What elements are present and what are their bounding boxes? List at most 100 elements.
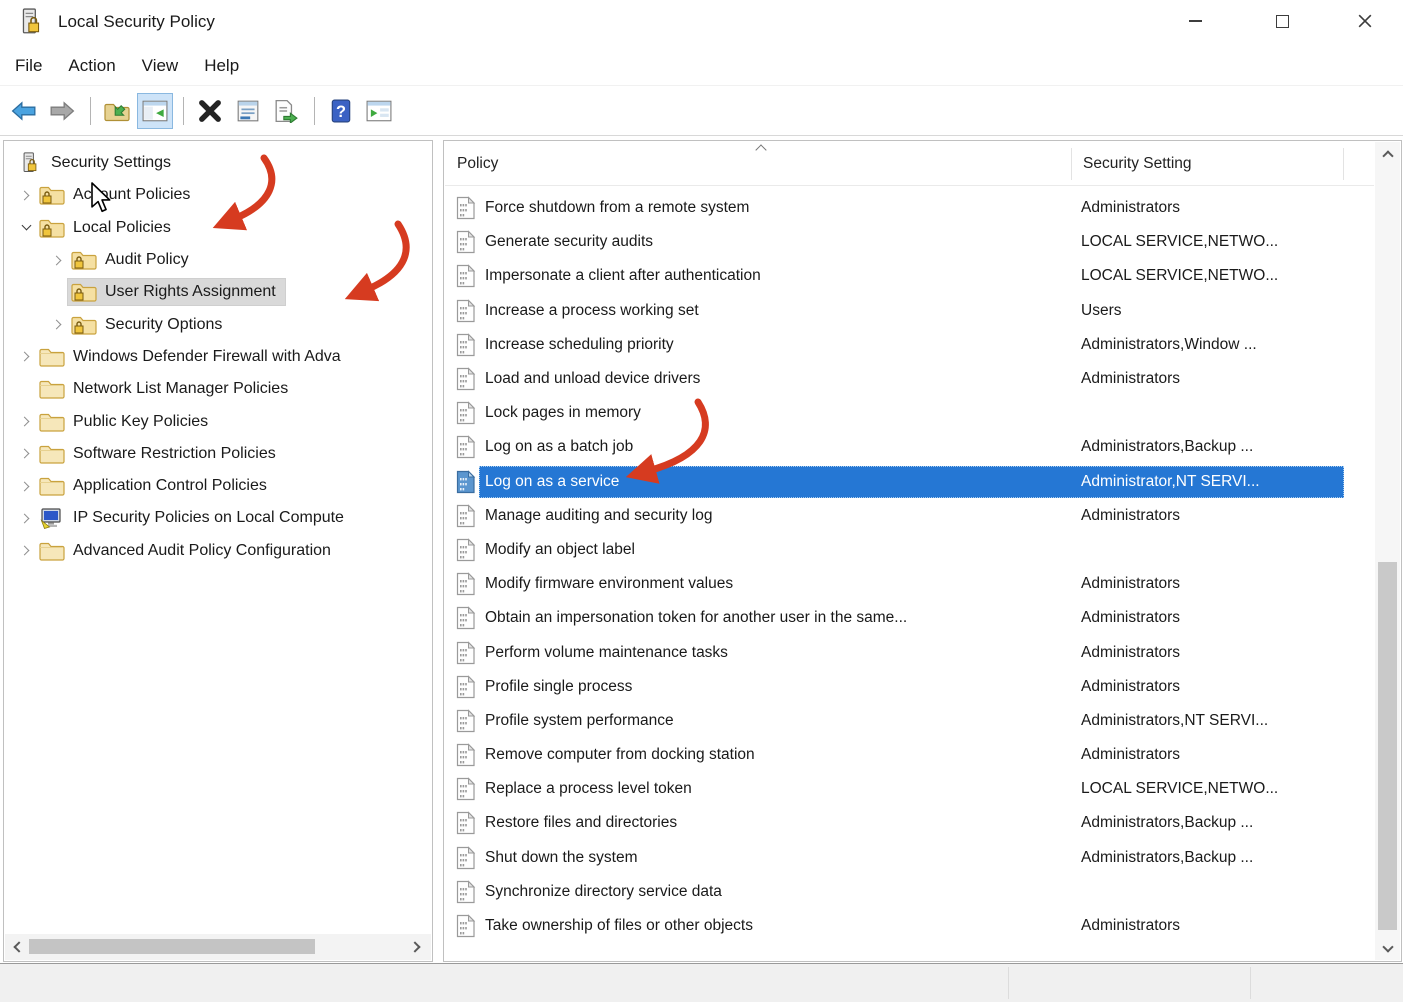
- scroll-left-button[interactable]: [5, 935, 30, 959]
- policy-icon: [456, 299, 476, 323]
- policy-row[interactable]: Replace a process level token LOCAL SERVI…: [445, 772, 1374, 806]
- new-window-button[interactable]: [361, 93, 397, 129]
- help-button[interactable]: ?: [323, 93, 359, 129]
- expand-collapsed-icon[interactable]: [16, 444, 36, 464]
- policy-icon: [456, 743, 476, 767]
- properties-button[interactable]: [230, 93, 266, 129]
- menu-action[interactable]: Action: [55, 51, 128, 81]
- column-header-security-setting[interactable]: Security Setting: [1083, 155, 1192, 173]
- folder-lock-icon: [39, 184, 65, 206]
- scroll-down-button[interactable]: [1375, 936, 1400, 960]
- scroll-right-button[interactable]: [404, 935, 429, 959]
- chevron-down-icon: [1381, 941, 1394, 953]
- policy-icon: [456, 641, 476, 665]
- list-header: Policy Security Setting: [445, 142, 1374, 186]
- folder-icon: [39, 443, 65, 465]
- tree-item-security-options[interactable]: Security Options: [6, 308, 430, 340]
- tree-item-local-policies[interactable]: Local Policies: [6, 212, 430, 244]
- policy-row[interactable]: Generate security audits LOCAL SERVICE,NE…: [445, 225, 1374, 259]
- scroll-up-button[interactable]: [1375, 142, 1400, 166]
- expand-collapsed-icon[interactable]: [48, 315, 68, 335]
- tree-item-ip-security-policies[interactable]: IP Security Policies on Local Compute: [6, 502, 430, 534]
- tree-item-application-control-policies[interactable]: Application Control Policies: [6, 470, 430, 502]
- delete-icon: [199, 99, 221, 122]
- column-header-policy[interactable]: Policy: [457, 155, 498, 173]
- policy-row[interactable]: Profile single process Administrators: [445, 670, 1374, 704]
- policy-row[interactable]: Synchronize directory service data: [445, 875, 1374, 909]
- policy-row[interactable]: Increase a process working set Users: [445, 294, 1374, 328]
- policy-icon: [456, 367, 476, 391]
- horizontal-scrollbar[interactable]: [5, 934, 431, 960]
- expand-collapsed-icon[interactable]: [16, 185, 36, 205]
- vertical-scrollbar[interactable]: [1375, 142, 1400, 960]
- svg-text:?: ?: [336, 103, 346, 121]
- policy-row[interactable]: Log on as a batch job Administrators,Back…: [445, 430, 1374, 464]
- policy-row[interactable]: Perform volume maintenance tasks Administ…: [445, 635, 1374, 669]
- toolbar: ?: [0, 86, 1403, 136]
- tree-item-network-list-manager-policies[interactable]: Network List Manager Policies: [6, 373, 430, 405]
- folder-lock-icon: [71, 314, 97, 336]
- policy-row[interactable]: Modify an object label: [445, 533, 1374, 567]
- ipsec-icon: [39, 507, 65, 529]
- policy-row-selected[interactable]: Log on as a service Administrator,NT SER…: [445, 465, 1374, 499]
- policy-row[interactable]: Manage auditing and security log Administ…: [445, 499, 1374, 533]
- tree-item-account-policies[interactable]: Account Policies: [6, 179, 430, 211]
- tree-item-audit-policy[interactable]: Audit Policy: [6, 244, 430, 276]
- up-folder-button[interactable]: [99, 93, 135, 129]
- tree-item-user-rights-assignment[interactable]: User Rights Assignment: [6, 276, 430, 308]
- column-divider[interactable]: [1343, 148, 1344, 180]
- folder-icon: [39, 475, 65, 497]
- toolbar-separator: [183, 96, 184, 125]
- expand-collapsed-icon[interactable]: [16, 412, 36, 432]
- expand-collapsed-icon[interactable]: [16, 508, 36, 528]
- expand-collapsed-icon[interactable]: [48, 250, 68, 270]
- policy-row[interactable]: Force shutdown from a remote system Admin…: [445, 191, 1374, 225]
- sort-ascending-icon: [755, 144, 767, 156]
- policy-row[interactable]: Take ownership of files or other objects…: [445, 909, 1374, 943]
- statusbar: [0, 963, 1403, 1002]
- tree-item-public-key-policies[interactable]: Public Key Policies: [6, 405, 430, 437]
- tree-item-advanced-audit-policy-configuration[interactable]: Advanced Audit Policy Configuration: [6, 535, 430, 567]
- minimize-button[interactable]: [1172, 2, 1218, 40]
- folder-icon: [39, 540, 65, 562]
- policy-row[interactable]: Shut down the system Administrators,Backu…: [445, 841, 1374, 875]
- menu-view[interactable]: View: [129, 51, 192, 81]
- policy-row[interactable]: Restore files and directories Administrat…: [445, 806, 1374, 840]
- show-console-tree-button[interactable]: [137, 92, 173, 129]
- expand-expanded-icon[interactable]: [16, 218, 36, 238]
- export-list-button[interactable]: [268, 93, 304, 129]
- policy-row[interactable]: Modify firmware environment values Admini…: [445, 567, 1374, 601]
- maximize-button[interactable]: [1259, 2, 1305, 40]
- policy-icon: [456, 572, 476, 596]
- horizontal-scrollbar-thumb[interactable]: [29, 939, 315, 954]
- policy-rows: Force shutdown from a remote system Admin…: [445, 191, 1374, 943]
- policy-icon: [456, 811, 476, 835]
- menu-help[interactable]: Help: [191, 51, 252, 81]
- policy-row[interactable]: Remove computer from docking station Admi…: [445, 738, 1374, 772]
- menu-file[interactable]: File: [2, 51, 55, 81]
- forward-button[interactable]: [44, 93, 80, 129]
- folder-lock-icon: [71, 281, 97, 303]
- tree-item-security-settings[interactable]: Security Settings: [6, 147, 430, 179]
- policy-row[interactable]: Increase scheduling priority Administrato…: [445, 328, 1374, 362]
- policy-row[interactable]: Impersonate a client after authenticatio…: [445, 259, 1374, 293]
- menubar: File Action View Help: [0, 46, 1403, 86]
- expand-collapsed-icon[interactable]: [16, 347, 36, 367]
- tree-item-windows-defender-firewall[interactable]: Windows Defender Firewall with Adva: [6, 341, 430, 373]
- security-settings-tree: Security Settings Account Policies Local…: [6, 143, 430, 933]
- policy-icon: [456, 880, 476, 904]
- delete-button[interactable]: [192, 93, 228, 129]
- policy-row[interactable]: Lock pages in memory: [445, 396, 1374, 430]
- expand-collapsed-icon[interactable]: [16, 476, 36, 496]
- policy-row[interactable]: Profile system performance Administrators…: [445, 704, 1374, 738]
- column-divider[interactable]: [1071, 148, 1072, 180]
- policy-row[interactable]: Obtain an impersonation token for anothe…: [445, 601, 1374, 635]
- close-button[interactable]: [1342, 2, 1388, 40]
- expand-collapsed-icon[interactable]: [16, 541, 36, 561]
- back-button[interactable]: [6, 93, 42, 129]
- tree-item-software-restriction-policies[interactable]: Software Restriction Policies: [6, 438, 430, 470]
- policy-row[interactable]: Load and unload device drivers Administra…: [445, 362, 1374, 396]
- policy-icon: [456, 538, 476, 562]
- statusbar-divider: [1250, 967, 1251, 999]
- vertical-scrollbar-thumb[interactable]: [1378, 562, 1397, 930]
